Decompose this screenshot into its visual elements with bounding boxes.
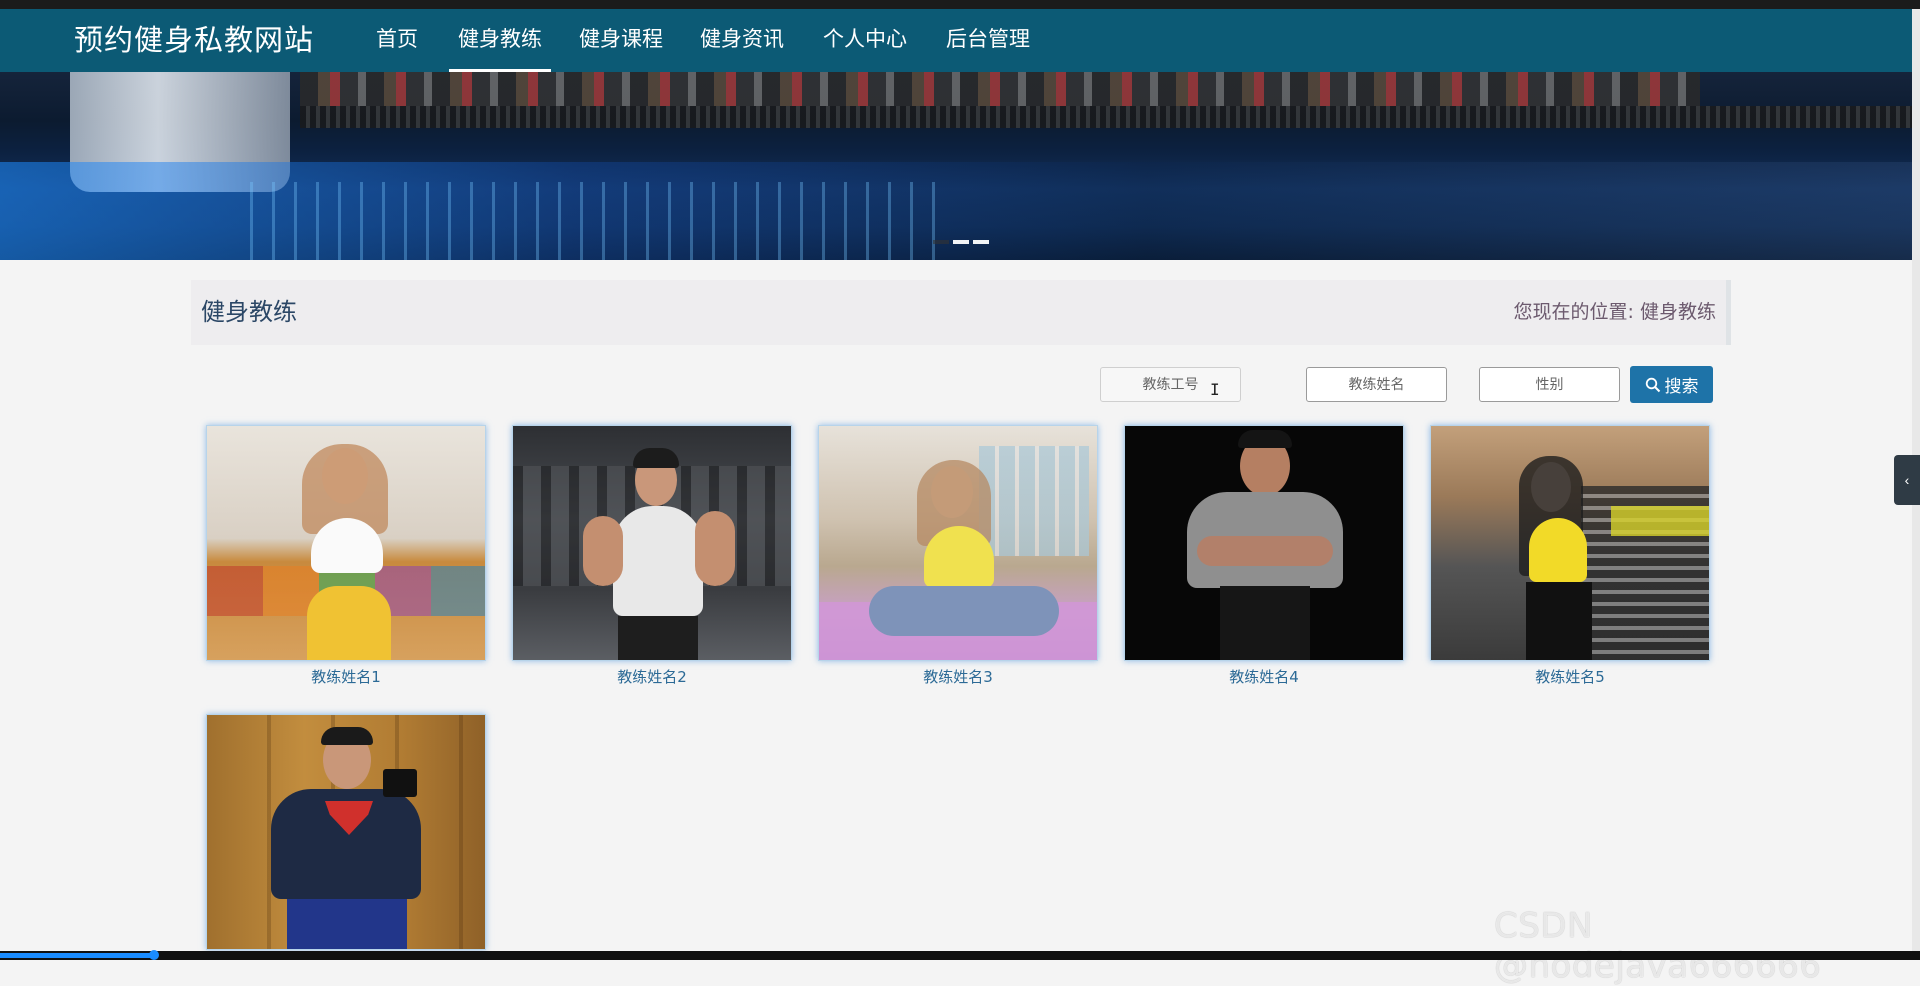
nav-news[interactable]: 健身资讯 <box>700 9 784 72</box>
coach-id-input[interactable] <box>1100 367 1241 402</box>
coach-name[interactable]: 教练姓名2 <box>512 666 792 687</box>
coach-name[interactable]: 教练姓名5 <box>1430 666 1710 687</box>
top-navbar: 预约健身私教网站 首页 健身教练 健身课程 健身资讯 个人中心 后台管理 <box>0 9 1912 73</box>
nav-coaches[interactable]: 健身教练 <box>449 9 551 72</box>
coach-card[interactable]: 教练姓名4 <box>1124 425 1404 687</box>
page-title: 健身教练 <box>201 298 297 326</box>
nav-admin[interactable]: 后台管理 <box>946 9 1030 72</box>
carousel-indicators <box>933 231 993 244</box>
video-progress-handle[interactable] <box>148 950 159 960</box>
text-cursor-icon: I <box>1210 380 1220 399</box>
coach-card[interactable]: 教练姓名3 <box>818 425 1098 687</box>
section-header: 健身教练 您现在的位置: 健身教练 <box>191 280 1731 345</box>
coach-name-input[interactable] <box>1306 367 1447 402</box>
coach-name[interactable]: 教练姓名1 <box>206 666 486 687</box>
coach-name[interactable]: 教练姓名4 <box>1124 666 1404 687</box>
chevron-left-icon: ‹ <box>1904 472 1910 488</box>
carousel-dot[interactable] <box>973 240 989 244</box>
side-collapse-button[interactable]: ‹ <box>1894 455 1920 505</box>
carousel-dot[interactable] <box>953 240 969 244</box>
coach-photo[interactable] <box>512 425 792 661</box>
window-top-strip <box>0 0 1920 9</box>
gender-input[interactable] <box>1479 367 1620 402</box>
search-button[interactable]: 搜索 <box>1630 366 1713 403</box>
coach-card[interactable] <box>206 714 486 955</box>
banner-decor <box>250 182 950 260</box>
search-button-label: 搜索 <box>1664 377 1699 397</box>
breadcrumb: 您现在的位置: 健身教练 <box>1513 301 1716 323</box>
hero-banner <box>0 72 1912 260</box>
video-progress-bar[interactable] <box>0 951 1920 960</box>
coach-card[interactable]: 教练姓名2 <box>512 425 792 687</box>
coach-photo[interactable] <box>206 425 486 661</box>
search-icon <box>1645 377 1660 392</box>
coach-photo[interactable] <box>1430 425 1710 661</box>
nav-user-center[interactable]: 个人中心 <box>823 9 907 72</box>
banner-decor <box>300 72 1700 106</box>
watermark: CSDN @nodejava666666 <box>1494 906 1822 986</box>
nav-courses[interactable]: 健身课程 <box>579 9 663 72</box>
carousel-dot[interactable] <box>933 240 949 244</box>
coach-photo[interactable] <box>818 425 1098 661</box>
banner-decor <box>300 106 1912 128</box>
coach-photo[interactable] <box>1124 425 1404 661</box>
video-progress-fill <box>0 953 154 958</box>
coach-name[interactable]: 教练姓名3 <box>818 666 1098 687</box>
coach-card[interactable]: 教练姓名5 <box>1430 425 1710 687</box>
coach-card[interactable]: 教练姓名1 <box>206 425 486 687</box>
nav-home[interactable]: 首页 <box>376 9 418 72</box>
site-brand[interactable]: 预约健身私教网站 <box>74 9 314 72</box>
coach-photo[interactable] <box>206 714 486 950</box>
